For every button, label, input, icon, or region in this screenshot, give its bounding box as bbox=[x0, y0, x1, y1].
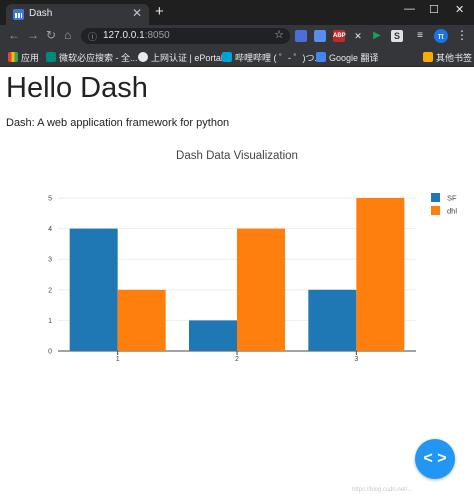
reload-icon[interactable]: ↻ bbox=[46, 28, 56, 42]
bar-chart[interactable]: 0 1 2 3 4 5 1 2 3 SF dhl bbox=[0, 185, 474, 375]
page-subtitle: Dash: A web application framework for py… bbox=[6, 117, 230, 129]
bookmark-label: 应用 bbox=[21, 53, 40, 63]
chart-title: Dash Data Visualization bbox=[176, 150, 298, 162]
bookmark-star-icon[interactable]: ☆ bbox=[274, 28, 284, 41]
folder-icon bbox=[423, 52, 433, 62]
bar-dhl-3[interactable] bbox=[356, 198, 405, 351]
bar-SF-1[interactable] bbox=[69, 228, 118, 351]
bookmark-label: 哔哩哔哩 ( ゜- ゜)つ... bbox=[235, 53, 322, 63]
bilibili-icon bbox=[222, 52, 232, 62]
legend-swatch[interactable] bbox=[431, 206, 440, 215]
bookmark-label: 上网认证 | ePortal bbox=[151, 53, 223, 63]
bar-SF-2[interactable] bbox=[189, 320, 237, 351]
window-close-icon[interactable]: ✕ bbox=[455, 3, 464, 16]
page-title: Hello Dash bbox=[6, 72, 148, 104]
minimize-icon[interactable]: — bbox=[404, 3, 415, 15]
extension-shield-icon[interactable] bbox=[295, 30, 307, 42]
y-tick-label: 0 bbox=[48, 349, 52, 356]
address-url: 127.0.0.1:8050 bbox=[103, 30, 170, 41]
y-tick-label: 4 bbox=[48, 226, 52, 233]
legend-swatch[interactable] bbox=[431, 193, 440, 202]
url-port: :8050 bbox=[144, 30, 170, 41]
bing-icon bbox=[46, 52, 56, 62]
bookmark-label: 微软必应搜索 - 全... bbox=[59, 53, 138, 63]
legend-label[interactable]: dhl bbox=[447, 207, 457, 216]
bar-dhl-2[interactable] bbox=[237, 228, 285, 351]
tab-close-icon[interactable]: ✕ bbox=[132, 6, 142, 20]
extension-translate-icon[interactable] bbox=[314, 30, 326, 42]
menu-kebab-icon[interactable]: ⋮ bbox=[456, 28, 468, 42]
address-bar[interactable]: ⓘ 127.0.0.1:8050 ☆ bbox=[81, 28, 290, 44]
bookmark-bing[interactable]: 微软必应搜索 - 全... bbox=[46, 51, 138, 63]
code-icon: < > bbox=[423, 450, 447, 467]
apps-grid-icon bbox=[8, 52, 18, 62]
bookmark-google-translate[interactable]: Google 翻译 bbox=[316, 51, 379, 63]
x-tick-label: 1 bbox=[116, 356, 120, 363]
bookmark-other[interactable]: 其他书签 bbox=[423, 51, 472, 63]
back-icon[interactable]: ← bbox=[8, 28, 20, 42]
url-host: 127.0.0.1 bbox=[103, 30, 145, 41]
site-info-icon[interactable]: ⓘ bbox=[88, 30, 97, 43]
maximize-icon[interactable]: ☐ bbox=[429, 3, 439, 16]
forward-icon[interactable]: → bbox=[27, 28, 39, 42]
bar-SF-3[interactable] bbox=[308, 289, 357, 351]
y-tick-label: 2 bbox=[48, 287, 52, 294]
tab-title: Dash bbox=[29, 8, 53, 19]
extension-adblock-icon[interactable]: ABP bbox=[333, 30, 346, 42]
y-tick-label: 1 bbox=[48, 318, 52, 325]
legend-label[interactable]: SF bbox=[447, 194, 457, 203]
dev-tools-toggle-button[interactable]: < > bbox=[415, 439, 455, 479]
bookmark-label: 其他书签 bbox=[436, 53, 473, 63]
bookmark-apps[interactable]: 应用 bbox=[8, 51, 39, 63]
extension-play-icon[interactable]: ▶ bbox=[371, 30, 383, 42]
google-translate-icon bbox=[316, 52, 326, 62]
x-tick-label: 2 bbox=[235, 356, 239, 363]
home-icon[interactable]: ⌂ bbox=[64, 28, 71, 42]
profile-avatar[interactable]: π bbox=[434, 29, 448, 43]
bookmark-bilibili[interactable]: 哔哩哔哩 ( ゜- ゜)つ... bbox=[222, 51, 322, 63]
browser-titlebar: Dash ✕ + — ☐ ✕ bbox=[0, 0, 474, 25]
bookmark-eportal[interactable]: 上网认证 | ePortal bbox=[138, 51, 223, 63]
reading-list-icon[interactable]: ≡ bbox=[414, 30, 426, 42]
bar-dhl-1[interactable] bbox=[117, 289, 166, 351]
watermark-text: https://blog.csdn.net/... bbox=[352, 487, 413, 493]
extension-x-icon[interactable]: ✕ bbox=[352, 30, 364, 42]
y-tick-label: 5 bbox=[48, 196, 52, 203]
browser-tab[interactable]: Dash ✕ bbox=[6, 4, 149, 25]
globe-icon bbox=[138, 52, 148, 62]
y-tick-label: 3 bbox=[48, 257, 52, 264]
new-tab-button[interactable]: + bbox=[155, 4, 164, 19]
bookmarks-bar: 应用 微软必应搜索 - 全... 上网认证 | ePortal 哔哩哔哩 ( ゜… bbox=[0, 47, 474, 67]
x-tick-label: 3 bbox=[354, 356, 358, 363]
bookmark-label: Google 翻译 bbox=[329, 53, 379, 63]
dash-favicon-icon bbox=[13, 9, 24, 20]
browser-toolbar: ← → ↻ ⌂ ⓘ 127.0.0.1:8050 ☆ ABP ✕ ▶ S ≡ π… bbox=[0, 25, 474, 47]
extension-s-icon[interactable]: S bbox=[391, 30, 403, 42]
